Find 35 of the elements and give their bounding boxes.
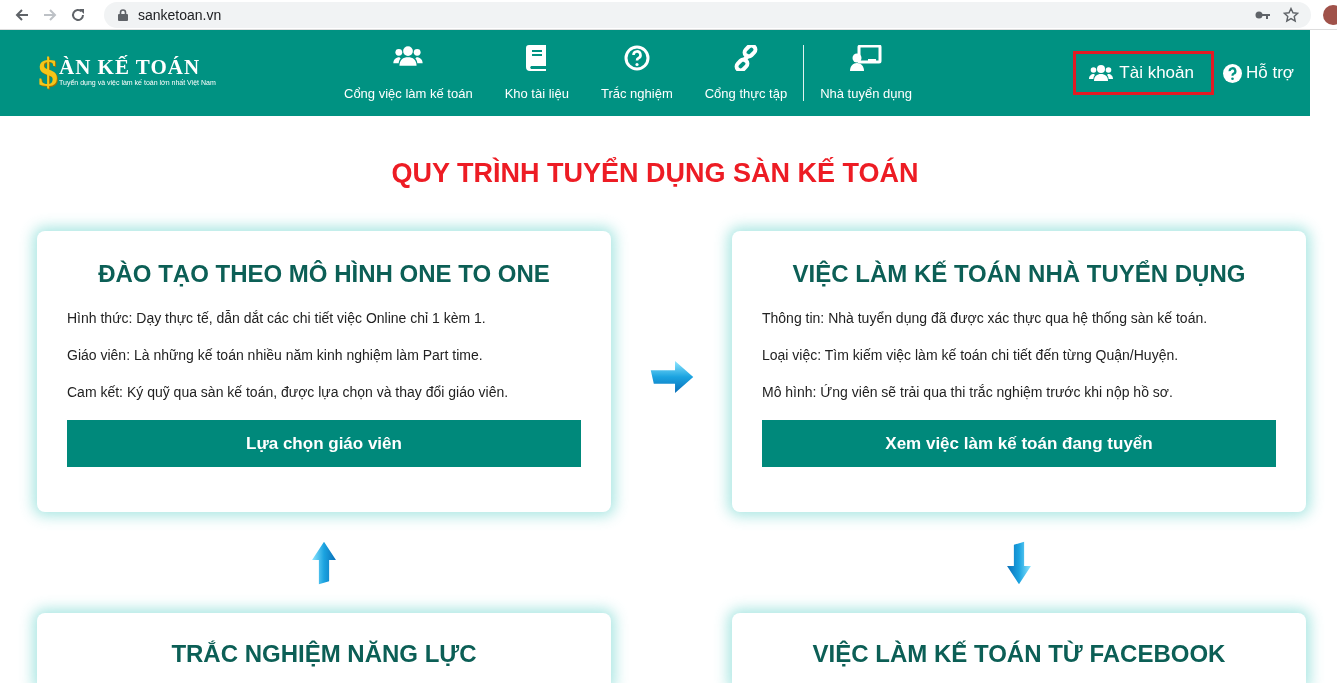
star-icon[interactable] <box>1283 6 1299 23</box>
card-text: Loại việc: Tìm kiếm việc làm kế toán chi tiết đến từng Quận/Huyện. <box>762 346 1180 365</box>
action-button[interactable]: Lựa chọn giáo viên <box>67 420 581 467</box>
card-text: Cam kết: Ký quỹ qua sàn kế toán, được lựa chọn và thay đổi giáo viên. <box>67 383 510 402</box>
nav-item[interactable]: Nhà tuyển dụng <box>803 45 928 101</box>
users-icon <box>1089 64 1114 82</box>
nav-item[interactable]: Kho tài liệu <box>488 45 585 101</box>
card-title: ĐÀO TẠO THEO MÔ HÌNH ONE TO ONE <box>97 259 551 289</box>
question-icon <box>623 45 650 71</box>
action-button[interactable]: Xem việc làm kế toán đang tuyển <box>762 420 1276 467</box>
users-icon <box>393 45 424 67</box>
card-title: TRẮC NGHIỆM NĂNG LỰC <box>170 639 478 669</box>
avatar-icon[interactable] <box>1323 4 1337 25</box>
book-icon <box>525 45 548 71</box>
page-title: QUY TRÌNH TUYỂN DỤNG SÀN KẾ TOÁN <box>390 157 920 189</box>
card-text: Thông tin: Nhà tuyển dụng đã được xác thực qua hệ thống sàn kế toán. <box>762 309 1209 328</box>
account-link[interactable]: Tài khoản <box>1073 51 1214 95</box>
help-icon <box>1223 63 1242 83</box>
nav-item[interactable]: Cổng thực tập <box>688 45 804 101</box>
card-text: Hình thức: Dạy thực tế, dẫn dắt các chi tiết việc Online chỉ 1 kèm 1. <box>67 309 487 328</box>
link-icon <box>732 45 759 71</box>
key-icon[interactable] <box>1255 9 1271 20</box>
url-text: sanketoan.vn <box>138 6 222 23</box>
help-link[interactable]: Hỗ trợ <box>1223 63 1294 83</box>
nav-item[interactable]: Cổng việc làm kế toán <box>328 45 489 101</box>
nav-item[interactable]: Trắc nghiệm <box>584 45 689 101</box>
card-text: Mô hình: Ứng viên sẽ trải qua thi trắc nghiệm trước khi nộp hồ sơ. <box>762 383 1174 402</box>
address-bar[interactable]: sanketoan.vn <box>104 1 1311 28</box>
card-title: VIỆC LÀM KẾ TOÁN TỪ FACEBOOK <box>811 639 1227 669</box>
back-icon[interactable] <box>14 6 30 23</box>
lock-icon <box>118 8 128 21</box>
presenter-icon <box>850 45 883 71</box>
card-text: Giáo viên: Là những kế toán nhiều năm kinh nghiệm làm Part time. <box>67 346 484 365</box>
card-title: VIỆC LÀM KẾ TOÁN NHÀ TUYỂN DỤNG <box>791 259 1247 289</box>
reload-icon[interactable] <box>70 6 86 23</box>
